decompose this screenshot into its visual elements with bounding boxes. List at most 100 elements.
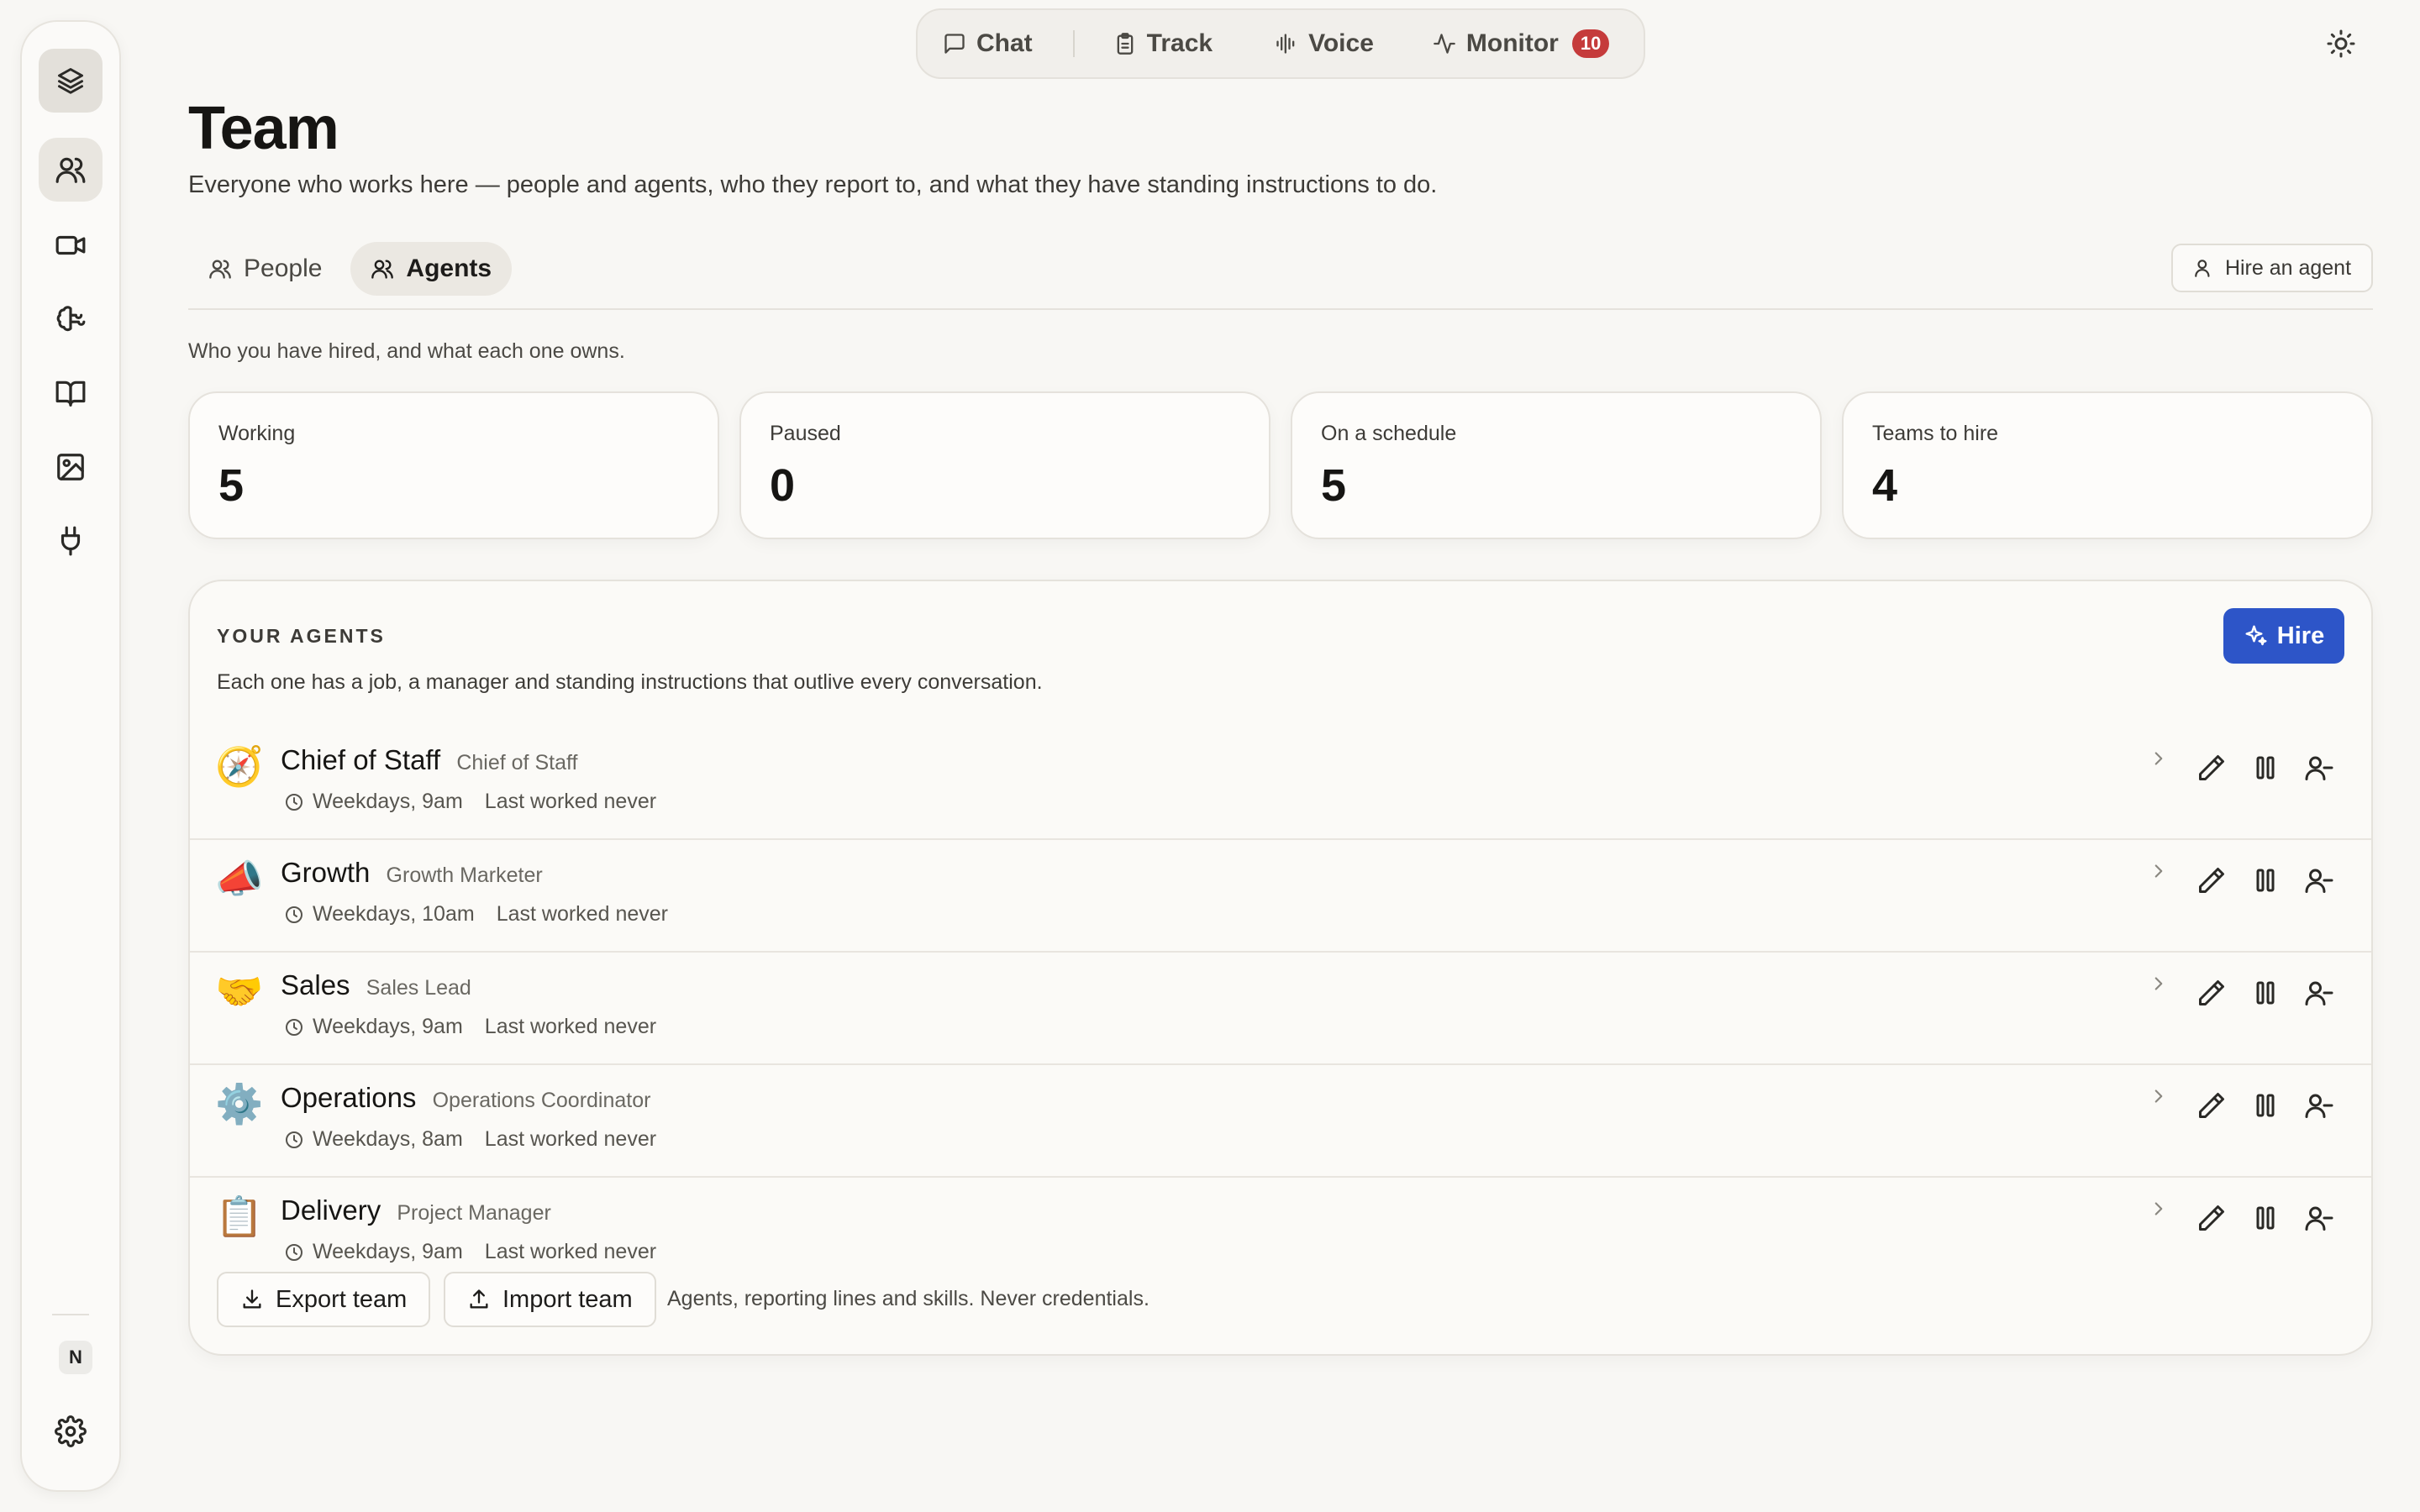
stat-on-a-schedule: On a schedule 5 [1291,391,1822,539]
clock-icon [286,1131,302,1148]
agent-schedule: Weekdays, 9am [313,790,463,813]
pencil-icon[interactable] [2196,1203,2227,1233]
pause-icon[interactable] [2250,753,2281,783]
settings-icon[interactable] [39,1399,103,1463]
download-icon [243,1289,261,1309]
hire-button[interactable]: Hire [2223,608,2344,664]
message-square-icon [944,34,965,54]
agent-last-worked: Last worked never [484,1240,657,1263]
book-open-icon[interactable] [39,361,103,425]
pause-icon[interactable] [2250,1090,2281,1121]
agent-role: Operations Coordinator [432,1089,651,1112]
agent-row[interactable]: 📣 Growth Growth Marketer Weekdays, 10am … [190,840,2371,953]
layers-icon[interactable] [39,49,103,113]
section-note: Who you have hired, and what each one ow… [188,339,625,363]
chevron-right-icon[interactable] [2148,860,2170,882]
pencil-icon[interactable] [2196,978,2227,1008]
pause-icon[interactable] [2250,865,2281,895]
clock-icon [286,906,302,923]
plug-icon[interactable] [39,509,103,573]
agent-role: Project Manager [397,1201,551,1225]
pencil-icon[interactable] [2196,753,2227,783]
nav-divider [1072,30,1075,57]
nav-track[interactable]: Track [1113,10,1213,77]
user-minus-icon[interactable] [2304,1203,2334,1233]
hire-an-agent-button[interactable]: Hire an agent [2171,244,2373,292]
stat-label: Working [218,422,296,445]
agent-last-worked: Last worked never [484,1127,657,1151]
agent-name-line: Growth Growth Marketer [281,857,543,889]
agent-role: Chief of Staff [456,751,578,774]
agent-row[interactable]: 🤝 Sales Sales Lead Weekdays, 9am Last wo… [190,953,2371,1065]
agent-meta: Weekdays, 10am Last worked never [284,902,668,927]
user-minus-icon[interactable] [2304,753,2334,783]
activity-icon [1434,34,1455,54]
users-icon[interactable] [39,138,103,202]
pause-icon[interactable] [2250,978,2281,1008]
nav-monitor-label: Monitor [1465,29,1559,57]
agent-name: Operations [281,1082,417,1113]
nav-chat[interactable]: Chat [943,10,1033,77]
agent-name-line: Sales Sales Lead [281,969,471,1001]
agents-subtitle: Each one has a job, a manager and standi… [217,670,1043,694]
handshake-icon: 🤝 [215,969,264,1014]
image-icon[interactable] [39,435,103,499]
tab-agents[interactable]: Agents [350,242,513,296]
stat-paused: Paused 0 [739,391,1270,539]
clipboard-icon: 📋 [215,1194,264,1239]
tab-people[interactable]: People [188,242,342,296]
compass-icon: 🧭 [215,743,264,789]
tab-people-label: People [244,255,323,282]
chevron-right-icon[interactable] [2148,1198,2170,1220]
user-minus-icon[interactable] [2304,1090,2334,1121]
stat-teams-to-hire: Teams to hire 4 [1842,391,2373,539]
user-avatar[interactable]: N [59,1341,92,1374]
clock-icon [286,1018,302,1036]
agent-schedule: Weekdays, 8am [313,1127,463,1151]
pencil-icon[interactable] [2196,865,2227,895]
hire-an-agent-label: Hire an agent [2224,255,2352,280]
megaphone-icon: 📣 [215,856,264,901]
video-icon[interactable] [39,213,103,277]
pencil-icon[interactable] [2196,1090,2227,1121]
import-team-button[interactable]: Import team [444,1272,656,1327]
agent-row[interactable]: 🧭 Chief of Staff Chief of Staff Weekdays… [190,727,2371,840]
agent-name: Growth [281,857,371,888]
clock-icon [286,793,302,811]
clock-icon [286,1243,302,1261]
footer-note: Agents, reporting lines and skills. Neve… [667,1287,1150,1310]
agent-role: Sales Lead [366,976,471,1000]
chevron-right-icon[interactable] [2148,1085,2170,1107]
agent-name: Delivery [281,1194,381,1226]
brain-icon[interactable] [39,287,103,351]
agent-meta: Weekdays, 9am Last worked never [284,790,656,814]
sun-icon[interactable] [2326,29,2356,59]
pause-icon[interactable] [2250,1203,2281,1233]
stat-value: 5 [218,460,245,511]
export-team-button[interactable]: Export team [217,1272,431,1327]
chevron-right-icon[interactable] [2148,748,2170,769]
user-minus-icon[interactable] [2304,978,2334,1008]
agent-name: Chief of Staff [281,744,441,775]
monitor-badge: 10 [1571,29,1610,58]
agent-role: Growth Marketer [386,864,543,887]
top-nav: Chat Track Voice Monitor 10 [916,8,1645,79]
stat-value: 0 [770,460,796,511]
stat-working: Working 5 [188,391,719,539]
page-subtitle: Everyone who works here — people and age… [188,171,1438,198]
stat-label: On a schedule [1321,422,1457,445]
user-minus-icon[interactable] [2304,865,2334,895]
agent-name-line: Delivery Project Manager [281,1194,551,1226]
agent-row[interactable]: ⚙️ Operations Operations Coordinator Wee… [190,1065,2371,1178]
clipboard-icon [1117,33,1134,55]
stat-value: 4 [1872,460,1898,511]
nav-monitor[interactable]: Monitor 10 [1433,10,1610,77]
agent-meta: Weekdays, 9am Last worked never [284,1015,656,1039]
chevron-right-icon[interactable] [2148,973,2170,995]
gear-icon: ⚙️ [215,1081,264,1126]
agent-schedule: Weekdays, 9am [313,1015,463,1038]
nav-voice[interactable]: Voice [1275,10,1374,77]
agent-last-worked: Last worked never [484,1015,657,1038]
tab-bar: People Agents [188,242,513,296]
agent-schedule: Weekdays, 9am [313,1240,463,1263]
